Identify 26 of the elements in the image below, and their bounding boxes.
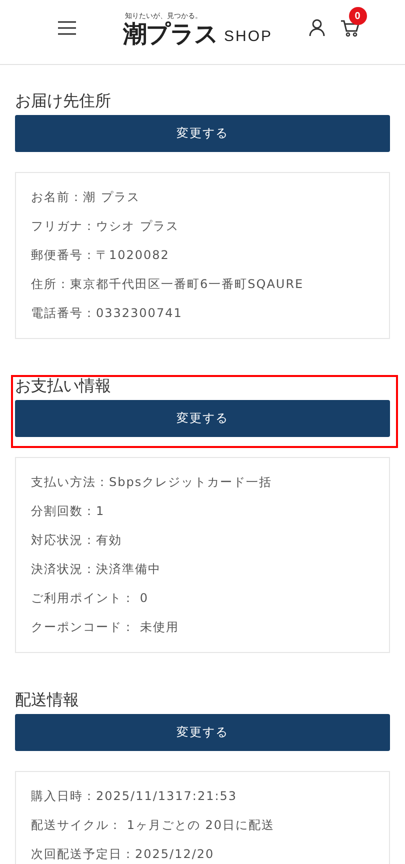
info-text: 購入日時：2025/11/1317:21:53 — [31, 788, 238, 805]
info-text: 次回配送予定日：2025/12/20 — [31, 846, 216, 863]
change-button[interactable]: 変更する — [15, 400, 390, 437]
info-text: 分割回数：1 — [31, 503, 106, 520]
cart-count-badge: 0 — [348, 7, 367, 25]
info-text: 郵便番号：〒1020082 — [31, 247, 170, 264]
info-text: 配送サイクル： 1ヶ月ごとの 20日に配送 — [31, 817, 276, 834]
info-text: フリガナ：ウシオ プラス — [31, 218, 180, 235]
menu-icon[interactable] — [57, 20, 77, 36]
info-text: 対応状況：有効 — [31, 532, 123, 549]
section-title: 配送情報 — [15, 689, 80, 711]
logo-suffix: SHOP — [224, 27, 273, 47]
info-text: お名前：潮 プラス — [31, 189, 141, 206]
change-button[interactable]: 変更する — [15, 714, 390, 751]
change-button[interactable]: 変更する — [15, 115, 390, 152]
section-title: お届け先住所 — [15, 90, 112, 112]
info-text: 決済状況：決済準備中 — [31, 561, 162, 578]
info-text: クーポンコード： 未使用 — [31, 619, 180, 636]
info-text: ご利用ポイント： 0 — [31, 590, 150, 607]
user-icon[interactable] — [308, 19, 325, 37]
section-title: お支払い情報 — [15, 375, 112, 397]
info-text: 住所：東京都千代田区一番町6一番町SQAURE — [31, 276, 305, 293]
info-text: 電話番号：0332300741 — [31, 305, 184, 322]
info-text: 支払い方法：Sbpsクレジットカード一括 — [31, 474, 274, 491]
cart-icon[interactable] — [340, 19, 360, 37]
logo[interactable]: 潮プラス — [123, 21, 218, 47]
